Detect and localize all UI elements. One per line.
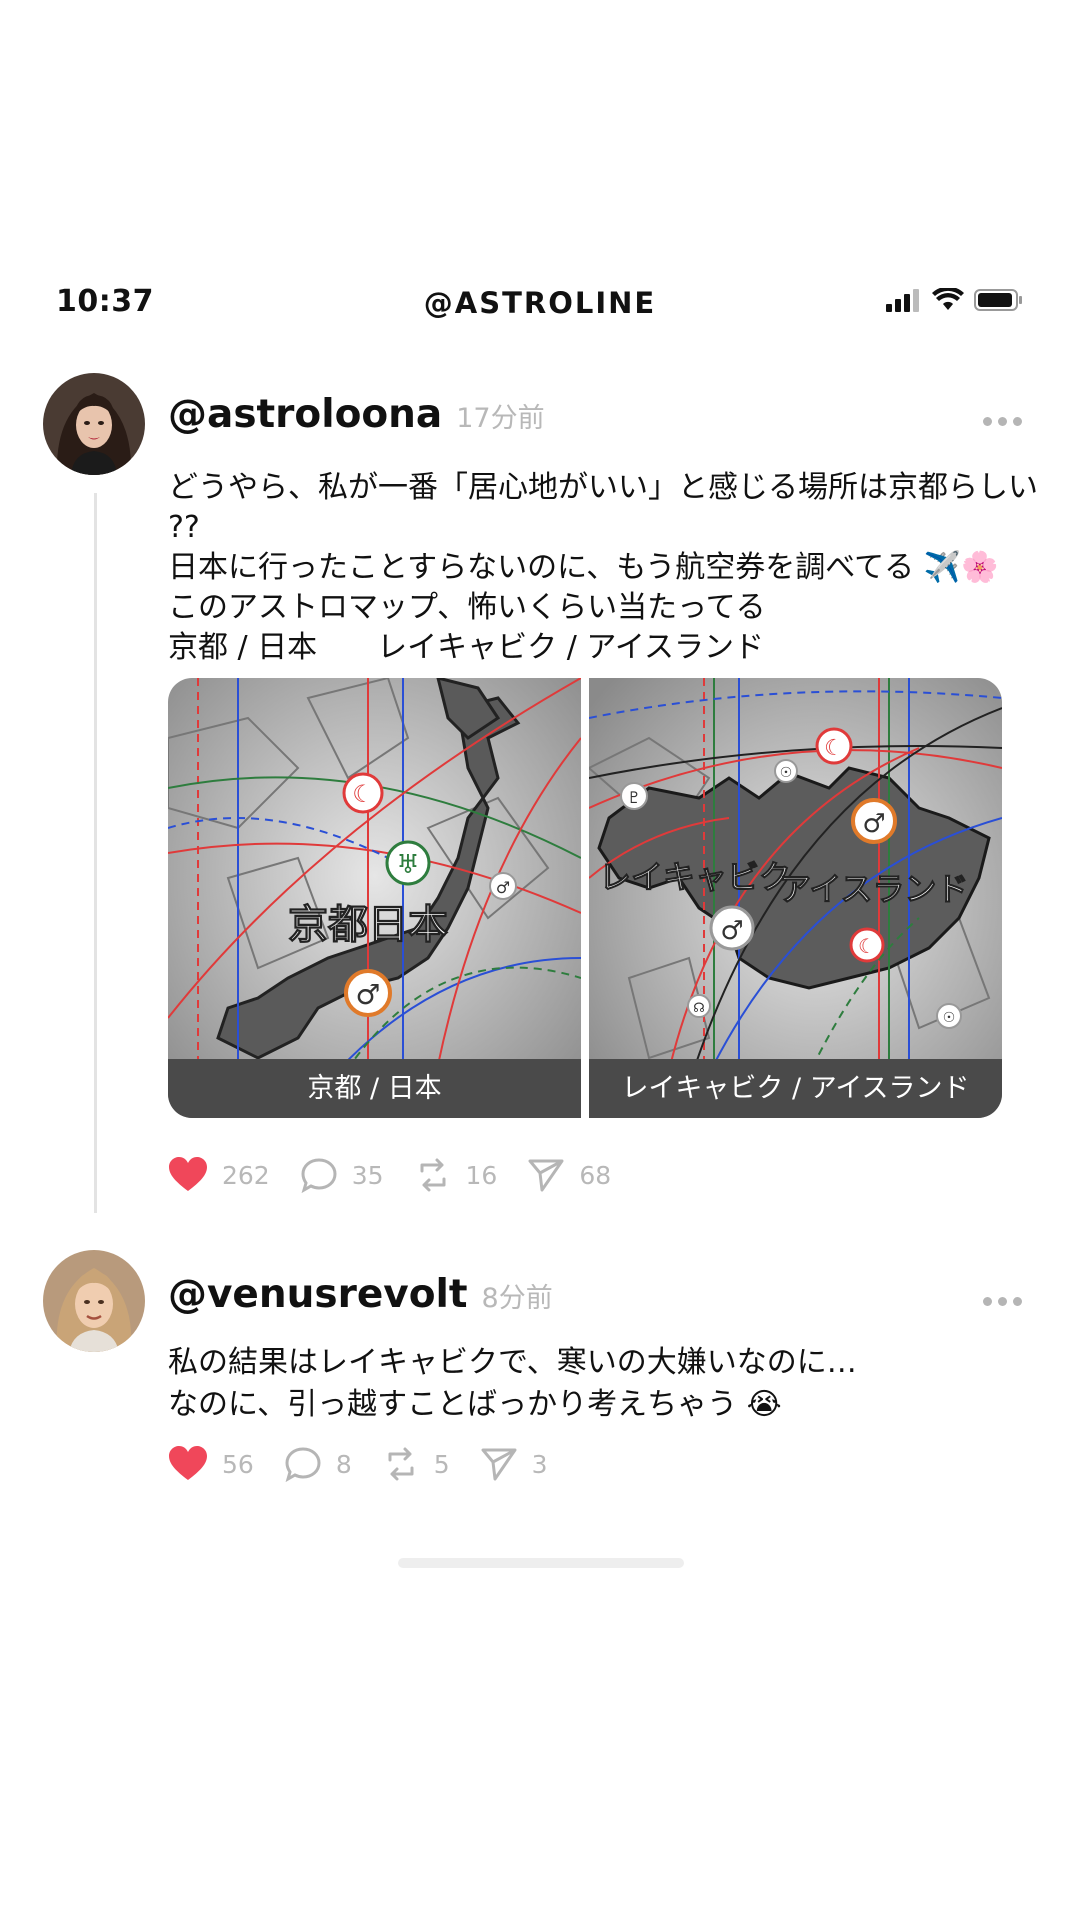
moon-marker-south-icon: ☾ <box>849 927 885 963</box>
status-icons <box>886 288 1024 312</box>
svg-text:♂: ♂ <box>496 878 510 897</box>
heart-icon <box>169 1157 207 1191</box>
comment-icon <box>301 1158 337 1193</box>
map-overlay-label: 京都日本 <box>288 902 448 948</box>
media-divider <box>581 678 589 1118</box>
post-time: 17分前 <box>456 403 545 434</box>
svg-text:☾: ☾ <box>858 934 876 958</box>
repost-count: 5 <box>433 1449 450 1479</box>
username[interactable]: @astroloona <box>168 392 442 437</box>
username[interactable]: @venusrevolt <box>168 1272 468 1317</box>
map-overlay-label-right: アイスランド <box>779 870 968 908</box>
avatar[interactable] <box>43 373 145 475</box>
mars-marker-icon: ♂ <box>851 798 897 844</box>
mars-small-marker-icon: ♂ <box>489 872 517 900</box>
reply-button[interactable]: 8 <box>284 1446 352 1482</box>
more-options-icon[interactable] <box>983 1297 1022 1306</box>
send-icon <box>481 1448 517 1481</box>
post-header: @astroloona 17分前 <box>168 392 545 452</box>
share-count: 3 <box>531 1449 548 1479</box>
repost-icon <box>388 1447 414 1481</box>
svg-text:♅: ♅ <box>396 850 419 880</box>
send-icon <box>528 1159 564 1192</box>
more-options-icon[interactable] <box>983 417 1022 426</box>
status-bar: 10:37 @ASTROLINE <box>0 280 1080 330</box>
share-count: 68 <box>579 1160 612 1190</box>
svg-text:☾: ☾ <box>824 736 844 761</box>
avatar[interactable] <box>43 1250 145 1352</box>
sun-marker-south-icon: ☉ <box>936 1003 962 1029</box>
post-actions: 56 8 5 3 <box>168 1446 578 1482</box>
repost-icon <box>420 1158 446 1192</box>
thread-line <box>94 493 97 1213</box>
wifi-icon <box>932 288 964 310</box>
post-time: 8分前 <box>481 1283 553 1314</box>
map-image-reykjavik[interactable]: ☾ ☉ ♇ ♂ ♂ ☾ ☉ ☊ レイキャビク アイスランド レイキャビク / ア… <box>589 678 1002 1118</box>
like-count: 262 <box>222 1160 270 1190</box>
like-button[interactable]: 56 <box>168 1446 254 1482</box>
svg-text:☉: ☉ <box>780 765 793 781</box>
sun-marker-icon: ☉ <box>774 759 798 783</box>
svg-text:♇: ♇ <box>627 788 641 807</box>
battery-icon <box>974 289 1022 311</box>
like-button[interactable]: 262 <box>168 1157 270 1193</box>
repost-button[interactable]: 5 <box>382 1446 450 1482</box>
svg-text:☾: ☾ <box>352 780 374 808</box>
mars-marker-icon: ♂ <box>344 969 392 1017</box>
comment-icon <box>285 1447 321 1482</box>
map-overlay-label-left: レイキャビク <box>599 858 791 896</box>
svg-text:☉: ☉ <box>943 1010 956 1026</box>
heart-icon <box>169 1446 207 1480</box>
svg-text:♂: ♂ <box>862 809 885 839</box>
repost-button[interactable]: 16 <box>414 1157 498 1193</box>
reply-count: 8 <box>335 1449 352 1479</box>
mars-marker-reykjavik-icon: ♂ <box>709 905 755 951</box>
post-text: どうやら、私が一番「居心地がいい」と感じる場所は京都らしい ?? 日本に行ったこ… <box>168 470 1038 665</box>
home-indicator[interactable] <box>398 1558 684 1568</box>
post-text: 私の結果はレイキャビクで、寒いの大嫌いなのに… なのに、引っ越すことばっかり考え… <box>168 1345 857 1422</box>
map-image-kyoto[interactable]: ☾ ♅ ♂ ♂ 京都日本 京都 / 日本 <box>168 678 581 1118</box>
moon-marker-icon: ☾ <box>815 727 853 765</box>
svg-text:☊: ☊ <box>693 1001 705 1016</box>
reply-button[interactable]: 35 <box>300 1157 384 1193</box>
moon-marker-icon: ☾ <box>342 772 384 814</box>
post-header: @venusrevolt 8分前 <box>168 1272 553 1332</box>
like-count: 56 <box>222 1449 254 1479</box>
uranus-marker-icon: ♅ <box>385 840 431 886</box>
signal-icon <box>886 289 919 312</box>
repost-count: 16 <box>465 1160 498 1190</box>
map-caption: レイキャビク / アイスランド <box>589 1059 1002 1118</box>
share-button[interactable]: 3 <box>480 1446 548 1482</box>
map-caption: 京都 / 日本 <box>168 1059 581 1118</box>
pluto-marker-icon: ♇ <box>620 782 648 810</box>
reply-count: 35 <box>351 1160 384 1190</box>
share-button[interactable]: 68 <box>527 1157 611 1193</box>
svg-text:♂: ♂ <box>355 978 380 1011</box>
node-marker-icon: ☊ <box>687 994 711 1018</box>
post-media[interactable]: ☾ ♅ ♂ ♂ 京都日本 京都 / 日本 ☾ ☉ ♇ ♂ ♂ ☾ ☉ ☊ レイキ… <box>168 678 1002 1118</box>
post-actions: 262 35 16 68 <box>168 1157 641 1193</box>
svg-text:♂: ♂ <box>720 916 743 946</box>
